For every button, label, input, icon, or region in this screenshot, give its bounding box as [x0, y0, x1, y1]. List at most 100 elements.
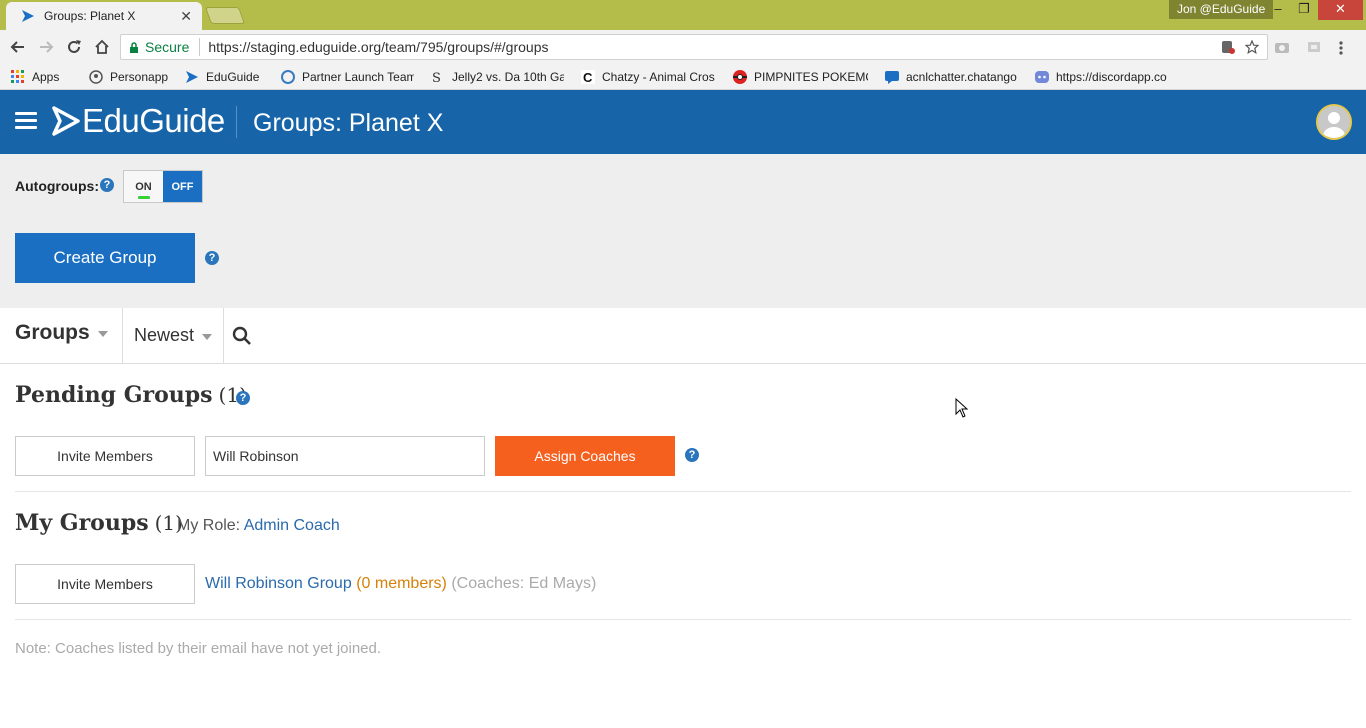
role-label: My Role:: [177, 517, 241, 534]
create-group-button[interactable]: Create Group: [15, 233, 195, 283]
tab-title: Groups: Planet X: [44, 9, 136, 23]
toggle-off-option[interactable]: OFF: [163, 171, 202, 202]
personapp-icon: [89, 69, 103, 84]
profile-name[interactable]: Jon @EduGuide: [1169, 0, 1274, 19]
coaches-note: Note: Coaches listed by their email have…: [15, 640, 382, 657]
groups-dropdown[interactable]: Groups: [15, 321, 108, 345]
eduguide-favicon-icon: [22, 10, 34, 22]
pending-groups-title: Pending Groups: [15, 382, 213, 408]
chevron-down-icon: [202, 333, 213, 340]
bookmark-label: Personapp: [110, 69, 168, 84]
apps-grid-icon: [11, 69, 24, 83]
menu-dots-icon[interactable]: [1338, 40, 1344, 56]
bookmark-star-icon[interactable]: [1245, 40, 1259, 54]
assign-coaches-help-icon[interactable]: ?: [685, 448, 699, 462]
secure-label: Secure: [145, 39, 190, 55]
extension-icon[interactable]: [1306, 40, 1322, 54]
app-header: EduGuide Groups: Planet X: [0, 90, 1366, 154]
bookmark-label: Apps: [32, 69, 60, 84]
eduguide-icon: [186, 70, 198, 83]
lock-icon: [130, 41, 138, 53]
filter-bar: Groups Newest: [0, 308, 1366, 364]
svg-text:S: S: [432, 71, 441, 85]
assign-coaches-button[interactable]: Assign Coaches: [495, 436, 675, 476]
bookmark-label: Jelly2 vs. Da 10th Gar: [452, 69, 564, 84]
sort-dropdown-label: Newest: [134, 325, 195, 345]
logo-arrow-icon: [52, 106, 80, 136]
discord-icon: [1035, 70, 1049, 83]
bookmark-label: Partner Launch Team: [302, 69, 414, 84]
group-name-link[interactable]: Will Robinson Group: [205, 575, 352, 592]
role-value-link[interactable]: Admin Coach: [244, 517, 340, 534]
page-title: Groups: Planet X: [253, 109, 444, 137]
browser-tab[interactable]: Groups: Planet X ✕: [6, 2, 202, 30]
group-members-count: (0 members): [356, 575, 447, 592]
filter-divider: [223, 308, 224, 364]
settings-panel: Autogroups: ? ON OFF Create Group ?: [0, 154, 1366, 308]
camera-icon[interactable]: [1274, 40, 1290, 54]
autogroups-label: Autogroups:: [15, 178, 99, 194]
bookmark-chatango[interactable]: acnlchatter.chatango: [884, 69, 1018, 85]
window-close-icon[interactable]: ✕: [1318, 0, 1363, 20]
bookmark-label: EduGuide: [206, 69, 260, 84]
bookmark-label: acnlchatter.chatango: [906, 69, 1017, 84]
bookmark-label: PIMPNITES POKEMO: [754, 69, 868, 84]
avatar[interactable]: [1316, 104, 1352, 140]
bookmark-eduguide[interactable]: EduGuide: [184, 69, 264, 85]
pending-groups-help-icon[interactable]: ?: [236, 391, 250, 405]
eduguide-logo[interactable]: EduGuide: [52, 102, 225, 139]
logo-text: EduGuide: [82, 102, 225, 139]
bookmark-jelly[interactable]: S Jelly2 vs. Da 10th Gar: [430, 69, 564, 85]
browser-toolbar: Secure https://staging.eduguide.org/team…: [0, 30, 1366, 64]
svg-text:C: C: [583, 70, 593, 85]
section-divider: [15, 491, 1351, 492]
bookmark-partner[interactable]: Partner Launch Team: [280, 69, 414, 85]
bookmarks-bar: Apps Personapp EduGuide Partner Launch T…: [0, 64, 1366, 90]
group-coaches: (Coaches: Ed Mays): [451, 575, 597, 592]
reload-icon[interactable]: [63, 36, 85, 58]
bookmark-discord[interactable]: https://discordapp.co: [1034, 69, 1174, 85]
my-groups-heading: My Groups (1): [15, 510, 183, 536]
my-groups-title: My Groups: [15, 510, 149, 536]
section-divider: [15, 619, 1351, 620]
new-tab-button[interactable]: [204, 7, 246, 24]
jelly-icon: S: [432, 71, 441, 85]
omnibox-divider: [199, 38, 201, 56]
minimize-icon[interactable]: –: [1265, 0, 1291, 20]
group-name-input[interactable]: [205, 436, 485, 476]
home-icon[interactable]: [91, 36, 113, 58]
bookmark-label: https://discordapp.co: [1056, 69, 1167, 84]
bookmark-label: Chatzy - Animal Cros: [602, 69, 715, 84]
bookmark-chatzy[interactable]: C Chatzy - Animal Cros: [580, 69, 716, 85]
bookmark-apps[interactable]: Apps: [10, 69, 72, 85]
bookmark-personapp[interactable]: Personapp: [88, 69, 168, 85]
chatango-icon: [885, 70, 899, 84]
create-group-help-icon[interactable]: ?: [205, 251, 219, 265]
bookmark-pimpnites[interactable]: PIMPNITES POKEMO: [732, 69, 868, 85]
partner-icon: [281, 69, 295, 84]
filter-divider: [122, 308, 123, 364]
back-icon[interactable]: [7, 36, 29, 58]
chatzy-icon: C: [581, 69, 595, 85]
address-bar[interactable]: Secure https://staging.eduguide.org/team…: [120, 34, 1268, 60]
invite-members-button[interactable]: Invite Members: [15, 564, 195, 604]
restore-icon[interactable]: ❐: [1291, 0, 1317, 20]
autogroups-toggle[interactable]: ON OFF: [123, 170, 203, 203]
forward-icon[interactable]: [35, 36, 57, 58]
groups-dropdown-label: Groups: [15, 321, 90, 344]
mouse-cursor-icon: [955, 398, 969, 418]
toggle-on-option[interactable]: ON: [124, 171, 163, 202]
chevron-down-icon: [97, 331, 108, 337]
pokeball-icon: [733, 69, 747, 84]
tab-close-icon[interactable]: ✕: [180, 8, 192, 25]
ublock-icon[interactable]: [1221, 40, 1235, 54]
autogroups-help-icon[interactable]: ?: [100, 178, 114, 192]
invite-members-button[interactable]: Invite Members: [15, 436, 195, 476]
group-row: Will Robinson Group (0 members) (Coaches…: [205, 575, 596, 593]
url-text[interactable]: https://staging.eduguide.org/team/795/gr…: [208, 39, 1267, 55]
hamburger-menu-icon[interactable]: [15, 112, 37, 130]
search-icon[interactable]: [232, 326, 252, 346]
sort-dropdown[interactable]: Newest: [134, 325, 213, 346]
browser-titlebar: Groups: Planet X ✕ Jon @EduGuide – ❐ ✕: [0, 0, 1366, 30]
user-avatar-icon: [1318, 106, 1350, 138]
